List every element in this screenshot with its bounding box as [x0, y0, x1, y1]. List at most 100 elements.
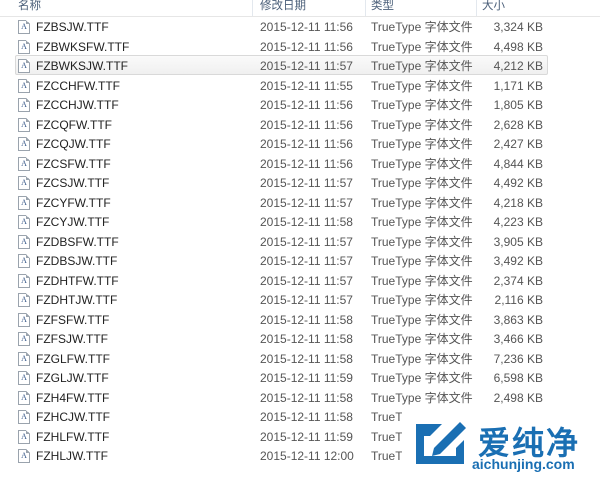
file-date: 2015-12-11 11:58 — [260, 390, 353, 405]
file-size: 2,427 KB — [493, 137, 543, 151]
file-row[interactable]: A FZGLFW.TTF 2015-12-11 11:58 TrueType 字体文件… — [0, 348, 600, 368]
file-name: FZCQJW.TTF — [36, 137, 111, 151]
font-file-icon: A — [18, 312, 30, 327]
file-type: TrueType 字体文件 — [371, 20, 473, 34]
font-file-icon: A — [18, 59, 30, 73]
file-size: 1,805 KB — [493, 98, 543, 112]
file-row[interactable]: A FZDHTJW.TTF 2015-12-11 11:57 TrueType 字体文… — [0, 289, 600, 309]
file-date: 2015-12-11 12:00 — [260, 449, 354, 463]
file-row[interactable]: A FZFSFW.TTF 2015-12-11 11:58 TrueType 字体文件… — [0, 309, 600, 329]
file-row[interactable]: A FZDBSJW.TTF 2015-12-11 11:57 TrueType 字体文… — [0, 250, 600, 270]
watermark-logo-icon — [416, 422, 466, 464]
file-name: FZHCJW.TTF — [36, 410, 110, 424]
watermark: 爱纯净 aichunjing.com — [402, 410, 600, 477]
file-name: FZCSFW.TTF — [36, 156, 111, 171]
file-row[interactable]: A FZBWKSJW.TTF 2015-12-11 11:57 TrueType 字体… — [0, 55, 600, 75]
file-date: 2015-12-11 11:56 — [260, 156, 353, 171]
file-type: TrueType 字体文件 — [371, 215, 473, 229]
file-date: 2015-12-11 11:57 — [260, 293, 353, 307]
file-size: 6,598 KB — [493, 371, 543, 385]
column-divider[interactable] — [252, 0, 253, 16]
file-size: 4,844 KB — [493, 156, 543, 171]
file-date: 2015-12-11 11:56 — [260, 39, 353, 54]
file-name: FZDBSFW.TTF — [36, 234, 119, 249]
file-row[interactable]: A FZFSJW.TTF 2015-12-11 11:58 TrueType 字体文件… — [0, 328, 600, 348]
file-size: 7,236 KB — [493, 351, 543, 366]
file-type: TrueType 字体文件 — [371, 78, 473, 93]
file-type: TrueType 字体文件 — [371, 117, 473, 132]
file-date: 2015-12-11 11:59 — [260, 371, 353, 385]
file-row[interactable]: A FZCQJW.TTF 2015-12-11 11:56 TrueType 字体文件… — [0, 133, 600, 153]
file-type: TrueType 字体文件 — [371, 59, 473, 73]
file-size: 4,223 KB — [493, 215, 543, 229]
column-divider[interactable] — [476, 0, 477, 16]
font-file-icon: A — [18, 410, 30, 424]
font-file-icon: A — [18, 20, 30, 34]
file-date: 2015-12-11 11:56 — [260, 137, 353, 151]
file-row[interactable]: A FZDHTFW.TTF 2015-12-11 11:57 TrueType 字体文… — [0, 270, 600, 290]
file-size: 3,324 KB — [493, 20, 543, 34]
file-name: FZGLFW.TTF — [36, 351, 110, 366]
file-row[interactable]: A FZCCHJW.TTF 2015-12-11 11:56 TrueType 字体文… — [0, 94, 600, 114]
file-name: FZHLFW.TTF — [36, 429, 110, 444]
font-file-icon: A — [18, 351, 30, 366]
file-row[interactable]: A FZH4FW.TTF 2015-12-11 11:58 TrueType 字体文件… — [0, 387, 600, 407]
file-name: FZCSJW.TTF — [36, 176, 110, 190]
file-date: 2015-12-11 11:58 — [260, 351, 353, 366]
file-row[interactable]: A FZBSJW.TTF 2015-12-11 11:56 TrueType 字体文件… — [0, 16, 600, 36]
file-date: 2015-12-11 11:56 — [260, 20, 353, 34]
file-row[interactable]: A FZDBSFW.TTF 2015-12-11 11:57 TrueType 字体文… — [0, 231, 600, 251]
font-file-icon: A — [18, 332, 30, 346]
file-size: 3,492 KB — [493, 254, 543, 268]
file-type: TrueType 字体文件 — [371, 234, 473, 249]
file-date: 2015-12-11 11:58 — [260, 215, 353, 229]
file-row[interactable]: A FZCSJW.TTF 2015-12-11 11:57 TrueType 字体文件… — [0, 172, 600, 192]
file-row[interactable]: A FZCCHFW.TTF 2015-12-11 11:55 TrueType 字体文… — [0, 75, 600, 95]
file-type: TrueType 字体文件 — [371, 390, 473, 405]
file-list: A FZBSJW.TTF 2015-12-11 11:56 TrueType 字体文件… — [0, 16, 600, 465]
file-row[interactable]: A FZCQFW.TTF 2015-12-11 11:56 TrueType 字体文件… — [0, 114, 600, 134]
file-name: FZBSJW.TTF — [36, 20, 109, 34]
file-size: 2,628 KB — [493, 117, 543, 132]
file-row[interactable]: A FZGLJW.TTF 2015-12-11 11:59 TrueType 字体文件… — [0, 367, 600, 387]
font-file-icon: A — [18, 390, 30, 405]
watermark-url: aichunjing.com — [472, 456, 575, 472]
file-name: FZBWKSFW.TTF — [36, 39, 130, 54]
file-row[interactable]: A FZBWKSFW.TTF 2015-12-11 11:56 TrueType 字体… — [0, 36, 600, 56]
column-date[interactable]: 修改日期 — [260, 0, 306, 16]
file-name: FZGLJW.TTF — [36, 371, 109, 385]
file-date: 2015-12-11 11:57 — [260, 195, 353, 210]
file-name: FZBWKSJW.TTF — [36, 59, 128, 73]
column-size[interactable]: 大小 — [482, 0, 505, 16]
file-date: 2015-12-11 11:58 — [260, 312, 353, 327]
file-size: 1,171 KB — [493, 78, 543, 93]
column-type[interactable]: 类型 — [371, 0, 394, 16]
file-date: 2015-12-11 11:57 — [260, 59, 353, 73]
file-date: 2015-12-11 11:57 — [260, 176, 353, 190]
file-type: TrueType 字体文件 — [371, 293, 473, 307]
column-divider[interactable] — [365, 0, 366, 16]
file-date: 2015-12-11 11:58 — [260, 410, 353, 424]
file-size: 2,374 KB — [493, 273, 543, 288]
font-file-icon: A — [18, 39, 30, 54]
file-type: TrueType 字体文件 — [371, 371, 473, 385]
file-size: 3,466 KB — [493, 332, 543, 346]
file-row[interactable]: A FZCYFW.TTF 2015-12-11 11:57 TrueType 字体文件… — [0, 192, 600, 212]
font-file-icon: A — [18, 215, 30, 229]
font-file-icon: A — [18, 156, 30, 171]
file-name: FZCYFW.TTF — [36, 195, 111, 210]
file-name: FZFSJW.TTF — [36, 332, 108, 346]
file-date: 2015-12-11 11:56 — [260, 98, 353, 112]
file-type: TrueT — [371, 449, 403, 463]
column-header: 名称 修改日期 类型 大小 — [0, 0, 600, 17]
file-row[interactable]: A FZCYJW.TTF 2015-12-11 11:58 TrueType 字体文件… — [0, 211, 600, 231]
file-date: 2015-12-11 11:56 — [260, 117, 353, 132]
file-name: FZH4FW.TTF — [36, 390, 110, 405]
file-type: TrueType 字体文件 — [371, 176, 473, 190]
file-size: 3,905 KB — [493, 234, 543, 249]
file-size: 3,863 KB — [493, 312, 543, 327]
column-name[interactable]: 名称 — [18, 0, 41, 16]
file-row[interactable]: A FZCSFW.TTF 2015-12-11 11:56 TrueType 字体文件… — [0, 153, 600, 173]
file-name: FZCYJW.TTF — [36, 215, 110, 229]
file-name: FZFSFW.TTF — [36, 312, 110, 327]
